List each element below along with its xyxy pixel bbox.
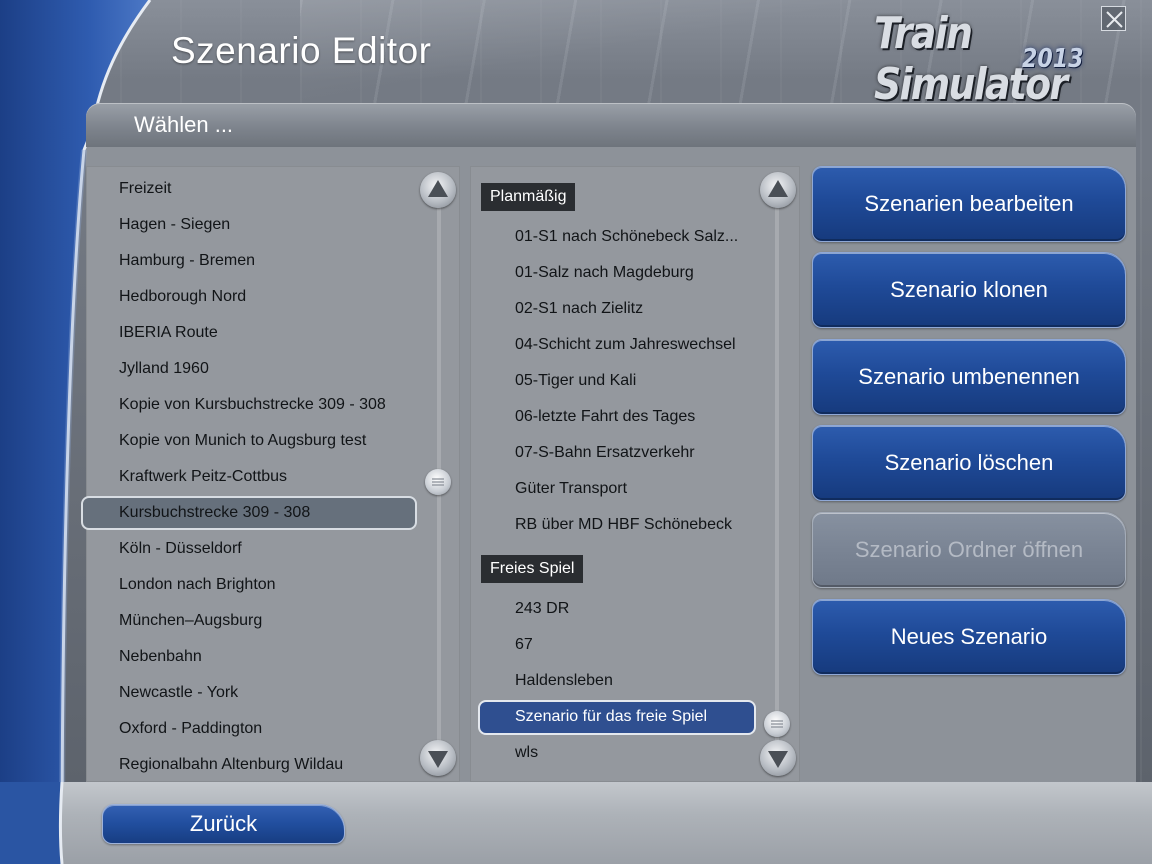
- grip-icon: [771, 720, 783, 728]
- scenario-list-item[interactable]: 06-letzte Fahrt des Tages: [515, 408, 695, 426]
- route-list-item[interactable]: Kopie von Munich to Augsburg test: [119, 432, 366, 450]
- route-list-item[interactable]: London nach Brighton: [119, 576, 276, 594]
- route-scroll-thumb[interactable]: [425, 469, 451, 495]
- arrow-down-icon: [768, 751, 788, 768]
- scenario-list-item[interactable]: 67: [515, 636, 533, 654]
- route-list-item[interactable]: Regionalbahn Altenburg Wildau: [119, 756, 343, 774]
- clone-scenario-button[interactable]: Szenario klonen: [812, 252, 1126, 328]
- edit-scenarios-button[interactable]: Szenarien bearbeiten: [812, 166, 1126, 242]
- scenario-list-item[interactable]: 243 DR: [515, 600, 569, 618]
- route-list-item-selected[interactable]: Kursbuchstrecke 309 - 308: [119, 504, 310, 522]
- choose-label: Wählen ...: [134, 112, 234, 137]
- scenario-list-item[interactable]: wls: [515, 744, 538, 762]
- logo-year: 2013: [1022, 44, 1084, 74]
- group-header-free-play: Freies Spiel: [481, 555, 584, 583]
- close-icon: [1106, 11, 1123, 28]
- route-list-item[interactable]: IBERIA Route: [119, 324, 218, 342]
- scenario-list-item-selected[interactable]: Szenario für das freie Spiel: [515, 708, 707, 726]
- route-list-item[interactable]: Nebenbahn: [119, 648, 202, 666]
- scenario-list-item[interactable]: 05-Tiger und Kali: [515, 372, 636, 390]
- route-scroll-down-button[interactable]: [420, 740, 456, 776]
- route-list-item[interactable]: Newcastle - York: [119, 684, 238, 702]
- arrow-up-icon: [768, 180, 788, 197]
- close-button[interactable]: [1101, 6, 1126, 31]
- delete-scenario-button[interactable]: Szenario löschen: [812, 425, 1126, 501]
- group-header-planned: Planmäßig: [481, 183, 576, 211]
- scenario-list-item[interactable]: 01-S1 nach Schönebeck Salz...: [515, 228, 738, 246]
- scenario-list-item[interactable]: 04-Schicht zum Jahreswechsel: [515, 336, 736, 354]
- back-button[interactable]: Zurück: [102, 804, 345, 844]
- arrow-up-icon: [428, 180, 448, 197]
- scenario-list-item[interactable]: Haldensleben: [515, 672, 613, 690]
- route-scroll-up-button[interactable]: [420, 172, 456, 208]
- new-scenario-button[interactable]: Neues Szenario: [812, 599, 1126, 675]
- route-list-item[interactable]: Hamburg - Bremen: [119, 252, 255, 270]
- scenario-scroll-down-button[interactable]: [760, 740, 796, 776]
- route-list-item[interactable]: Freizeit: [119, 180, 171, 198]
- scenario-list-item[interactable]: 01-Salz nach Magdeburg: [515, 264, 694, 282]
- route-list-item[interactable]: Kraftwerk Peitz-Cottbus: [119, 468, 287, 486]
- choose-bar: Wählen ...: [86, 103, 1136, 147]
- scenario-list-item[interactable]: 07-S-Bahn Ersatzverkehr: [515, 444, 695, 462]
- route-list-item[interactable]: Hagen - Siegen: [119, 216, 230, 234]
- page-title: Szenario Editor: [171, 30, 432, 71]
- route-list-item[interactable]: Kopie von Kursbuchstrecke 309 - 308: [119, 396, 386, 414]
- scenario-list-item[interactable]: RB über MD HBF Schönebeck: [515, 516, 732, 534]
- route-list-item[interactable]: Köln - Düsseldorf: [119, 540, 242, 558]
- route-list-item[interactable]: Oxford - Paddington: [119, 720, 262, 738]
- scenario-list-item[interactable]: 02-S1 nach Zielitz: [515, 300, 643, 318]
- footer-swoosh-decoration: [0, 782, 64, 864]
- open-scenario-folder-button[interactable]: Szenario Ordner öffnen: [812, 512, 1126, 588]
- scenario-list-item[interactable]: Güter Transport: [515, 480, 627, 498]
- route-list-item[interactable]: München–Augsburg: [119, 612, 262, 630]
- train-simulator-logo: Train Simulator 2013: [870, 6, 1100, 110]
- route-list-item[interactable]: Jylland 1960: [119, 360, 209, 378]
- route-list-item[interactable]: Hedborough Nord: [119, 288, 246, 306]
- scenario-scroll-thumb[interactable]: [764, 711, 790, 737]
- arrow-down-icon: [428, 751, 448, 768]
- grip-icon: [432, 478, 444, 486]
- rename-scenario-button[interactable]: Szenario umbenennen: [812, 339, 1126, 415]
- scenario-scrollbar-track[interactable]: [775, 206, 779, 746]
- scenario-scroll-up-button[interactable]: [760, 172, 796, 208]
